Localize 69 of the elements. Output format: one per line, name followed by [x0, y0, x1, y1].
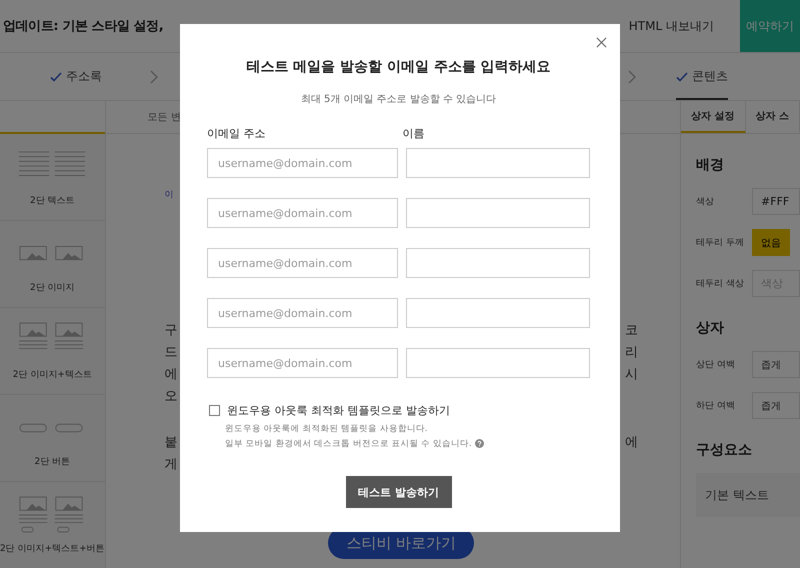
email-field[interactable]: username@domain.com: [207, 298, 398, 328]
name-field[interactable]: [406, 198, 590, 228]
help-icon[interactable]: [474, 439, 484, 448]
field-label: 하단 여백: [696, 400, 736, 412]
block-label: 2단 이미지+텍스트: [12, 368, 92, 380]
modal-title: 테스트 메일을 발송할 이메일 주소를 입력하세요: [245, 58, 552, 76]
email-field[interactable]: username@domain.com: [207, 248, 398, 278]
block-item[interactable]: 2단 이미지+텍스트+버튼: [0, 482, 105, 568]
toolbar-text: 모든 변: [148, 111, 181, 124]
hint-text: 일부 모바일 환경에서 데스크톱 버전으로 표시될 수 있습니다.: [225, 438, 472, 450]
page-title: 업데이트: 기본 스타일 설정,: [2, 18, 164, 35]
block-item[interactable]: 2단 버튼: [0, 395, 105, 482]
content-link[interactable]: 이: [164, 188, 174, 201]
field-label: 테두리 두께: [696, 237, 745, 249]
column-label: 이름: [402, 126, 426, 141]
paragraph-text: 오: [164, 388, 178, 406]
section-title: 상자: [696, 319, 726, 337]
block-label: 2단 이미지+텍스트+버튼: [0, 542, 105, 554]
panel-tab[interactable]: 상자 스: [746, 101, 800, 133]
close-icon[interactable]: [596, 37, 607, 48]
modal-subtitle: 최대 5개 이메일 주소로 발송할 수 있습니다: [300, 93, 498, 106]
select-field[interactable]: 좁게: [752, 351, 800, 378]
block-drawing: [19, 422, 86, 432]
paragraph-text: 드: [164, 344, 178, 362]
checkbox-label: 윈도우용 아웃룩 최적화 템플릿으로 발송하기: [227, 403, 450, 418]
step-tab[interactable]: 주소록: [50, 53, 102, 100]
component-item[interactable]: 기본 텍스트: [696, 473, 800, 517]
field-label: 상단 여백: [696, 359, 736, 371]
header-link[interactable]: HTML 내보내기: [628, 18, 714, 34]
select-field[interactable]: 좁게: [752, 392, 800, 419]
check-icon: [50, 70, 62, 82]
check-icon: [676, 70, 688, 82]
sidebar-tab[interactable]: [0, 101, 105, 134]
send-test-button[interactable]: 테스트 발송하기: [346, 476, 452, 508]
chevron-icon: [150, 70, 158, 84]
hint-text: 윈도우용 아웃룩에 최적화된 템플릿을 사용합니다.: [225, 422, 428, 434]
paragraph-text: 구: [164, 322, 178, 340]
block-drawing: [19, 496, 86, 534]
email-field[interactable]: username@domain.com: [207, 198, 398, 228]
block-label: 2단 버튼: [34, 456, 70, 468]
input-field[interactable]: #FFF: [752, 188, 800, 215]
paragraph-text: 코: [625, 322, 638, 340]
paragraph-text: 에: [164, 366, 178, 384]
email-field[interactable]: username@domain.com: [207, 148, 398, 178]
toggle-option[interactable]: 없음: [752, 229, 790, 256]
name-field[interactable]: [406, 348, 590, 378]
paragraph-text: 에: [625, 434, 638, 452]
name-field[interactable]: [406, 298, 590, 328]
name-field[interactable]: [406, 148, 590, 178]
block-item[interactable]: 2단 이미지: [0, 221, 105, 308]
paragraph-text: 리: [625, 344, 638, 362]
field-label: 테두리 색상: [696, 278, 745, 290]
section-title: 구성요소: [696, 441, 754, 459]
paragraph-text: 시: [625, 366, 638, 384]
section-title: 배경: [696, 156, 726, 174]
name-field[interactable]: [406, 248, 590, 278]
block-item[interactable]: 2단 텍스트: [0, 134, 105, 221]
block-label: 2단 이미지: [30, 282, 75, 294]
chevron-icon: [628, 70, 636, 84]
block-item[interactable]: 2단 이미지+텍스트: [0, 308, 105, 395]
panel-tab[interactable]: 상자 설정: [681, 101, 746, 133]
paragraph-text: 붙: [164, 434, 178, 452]
column-label: 이메일 주소: [207, 126, 266, 141]
field-label: 색상: [696, 196, 716, 208]
step-tab[interactable]: 콘텐츠: [676, 53, 728, 100]
email-field[interactable]: username@domain.com: [207, 348, 398, 378]
block-label: 2단 텍스트: [30, 194, 75, 206]
checkbox[interactable]: [209, 405, 220, 416]
paragraph-text: 게: [164, 456, 178, 474]
